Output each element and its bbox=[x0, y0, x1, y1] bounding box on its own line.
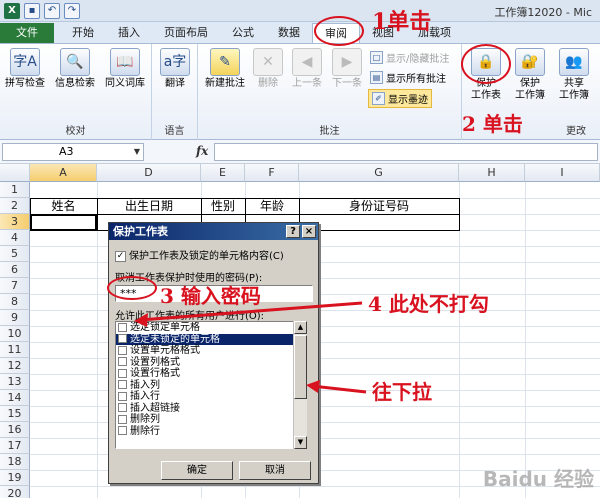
arrow-head-icon bbox=[134, 313, 148, 327]
baidu-watermark: Baidu 经验 bbox=[482, 467, 594, 491]
arrow-head-icon bbox=[306, 380, 320, 393]
annotation-arrows bbox=[134, 301, 367, 394]
arrow-to-first-permission bbox=[139, 301, 363, 322]
arrow-to-scrollbar bbox=[311, 384, 367, 394]
